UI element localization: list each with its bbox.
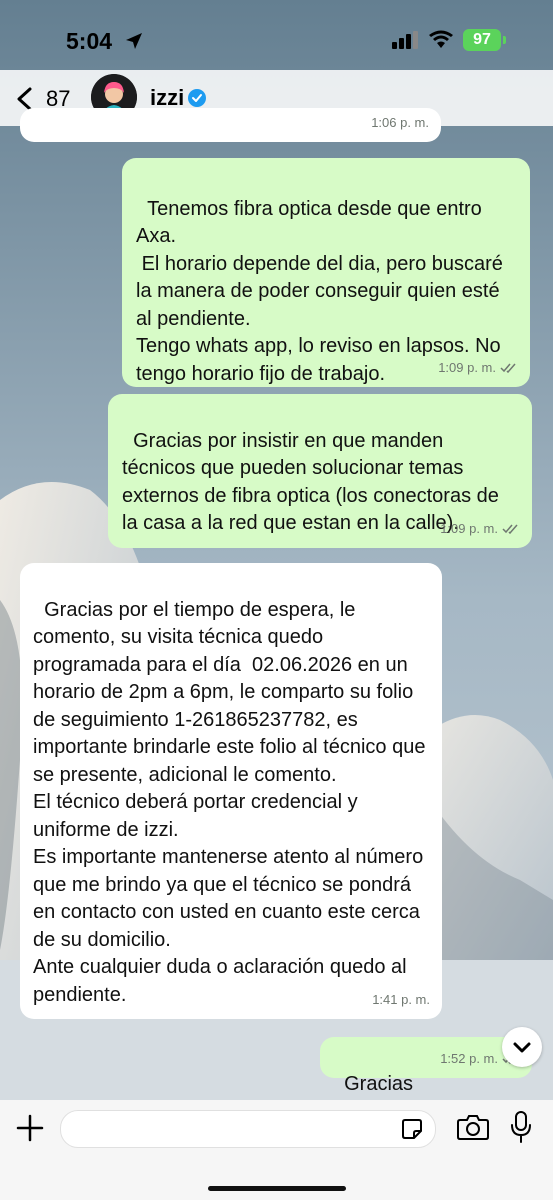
message-time: 1:06 p. m. — [371, 114, 429, 130]
message-bubble-outgoing[interactable]: Tenemos fibra optica desde que entro Axa… — [122, 158, 530, 387]
double-check-icon — [500, 363, 516, 373]
message-time: 1:52 p. m. — [440, 1050, 498, 1066]
battery-tip — [503, 36, 506, 44]
plus-icon[interactable] — [16, 1114, 44, 1142]
message-time: 1:41 p. m. — [372, 991, 430, 1007]
message-bubble-incoming[interactable]: 1:06 p. m. — [20, 108, 441, 142]
wifi-icon — [429, 30, 453, 48]
verified-badge-icon — [188, 89, 206, 107]
home-indicator — [208, 1186, 346, 1191]
composer-bar — [0, 1100, 553, 1200]
message-text: Gracias por el tiempo de espera, le come… — [33, 598, 426, 1006]
status-bar: 5:04 97 — [0, 0, 553, 80]
message-bubble-outgoing[interactable]: Gracias por insistir en que manden técni… — [108, 394, 532, 548]
message-bubble-outgoing[interactable]: Gracias 1:52 p. m. — [320, 1037, 532, 1095]
battery-indicator: 97 — [463, 29, 501, 51]
message-time: 1:09 p. m. — [438, 359, 496, 375]
status-time: 5:04 — [66, 28, 113, 54]
sticker-icon[interactable] — [401, 1118, 423, 1140]
camera-icon[interactable] — [457, 1114, 489, 1140]
message-meta: 1:09 p. m. — [438, 354, 518, 382]
scroll-to-bottom-button[interactable] — [502, 1027, 542, 1067]
chevron-down-icon — [513, 1042, 531, 1053]
message-time: 1:09 p. m. — [440, 520, 498, 536]
message-input[interactable] — [60, 1110, 436, 1148]
message-meta: 1:06 p. m. — [371, 109, 429, 137]
message-meta: 1:09 p. m. — [440, 515, 520, 543]
microphone-icon[interactable] — [510, 1111, 532, 1143]
double-check-icon — [502, 524, 518, 534]
signal-icon — [392, 31, 418, 49]
location-arrow-icon — [126, 33, 142, 49]
message-bubble-incoming[interactable]: Gracias por el tiempo de espera, le come… — [20, 563, 442, 1019]
message-text: Gracias — [344, 1072, 414, 1095]
battery-level: 97 — [473, 31, 491, 48]
message-meta: 1:41 p. m. — [372, 986, 430, 1014]
